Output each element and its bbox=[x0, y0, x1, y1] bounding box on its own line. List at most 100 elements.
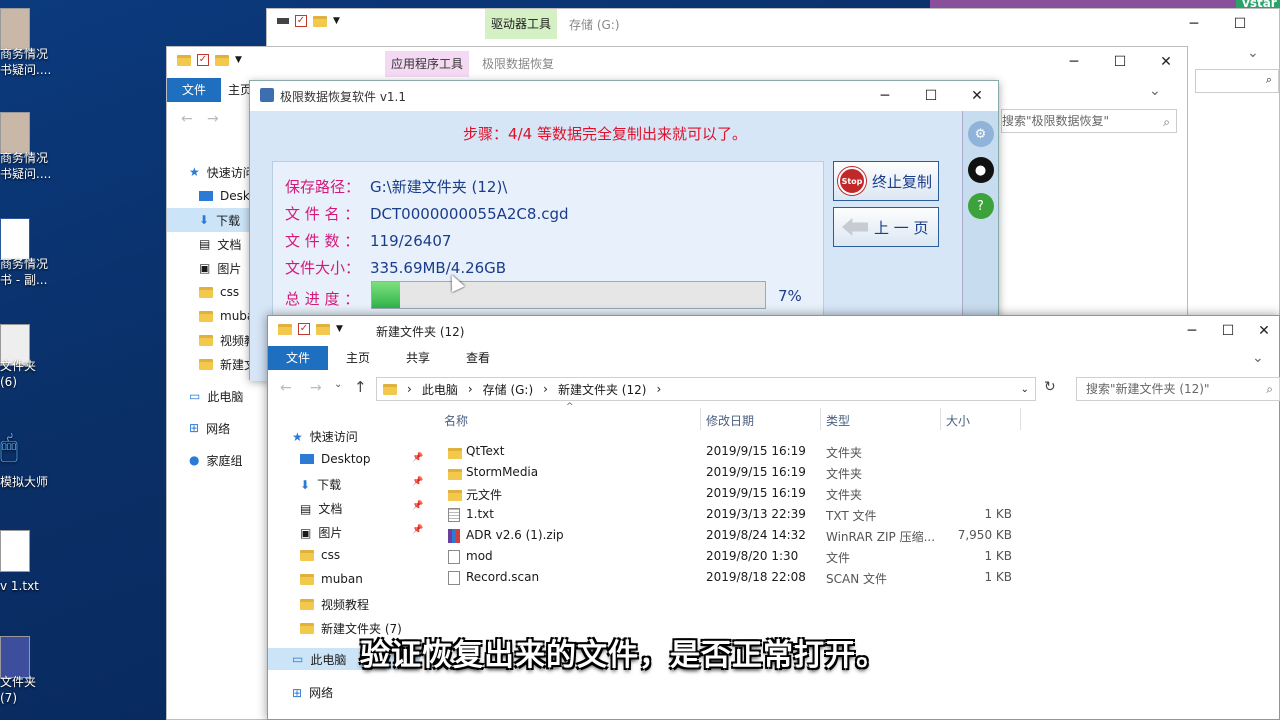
close-icon[interactable]: ✕ bbox=[954, 81, 1000, 111]
save-icon[interactable] bbox=[277, 18, 289, 24]
file-row[interactable]: StormMedia 2019/9/15 16:19 文件夹 bbox=[444, 463, 1024, 484]
tab-file[interactable]: 文件 bbox=[268, 346, 329, 370]
tab-home[interactable]: 主页 bbox=[328, 346, 388, 370]
nav-documents[interactable]: ▤ 文档 bbox=[300, 500, 342, 517]
pin-icon[interactable]: 📌 bbox=[412, 477, 423, 487]
field-row: 文 件 数 ： 119/26407 bbox=[285, 230, 451, 251]
chevron-down-icon[interactable]: ▼ bbox=[333, 16, 340, 26]
search-box[interactable]: 搜索"新建文件夹 (12)" ⌕ bbox=[1076, 377, 1280, 401]
breadcrumb-item[interactable]: 此电脑 bbox=[422, 381, 458, 398]
desktop-icon-label: 文件夹 (6) bbox=[0, 359, 37, 389]
recent-dropdown-icon[interactable]: ⌄ bbox=[334, 379, 342, 390]
desktop-icon bbox=[300, 454, 314, 464]
search-icon: ⌕ bbox=[1266, 382, 1273, 396]
minimize-icon[interactable]: ─ bbox=[1171, 9, 1217, 39]
pin-icon[interactable]: 📌 bbox=[412, 453, 423, 463]
forward-arrow-icon[interactable]: → bbox=[310, 380, 322, 396]
ribbon-expand-icon[interactable]: ⌄ bbox=[1252, 350, 1264, 366]
desktop-icon[interactable]: 商务情况 书疑问.... bbox=[0, 112, 51, 182]
search-box[interactable]: 搜索"极限数据恢复" ⌕ bbox=[1001, 109, 1177, 133]
desktop-icon[interactable]: v 1.txt bbox=[0, 530, 50, 594]
nav-folder[interactable]: muban bbox=[300, 572, 363, 586]
desktop-icon[interactable]: 文件夹 (7) bbox=[0, 636, 50, 706]
breadcrumb-item[interactable]: 新建文件夹 (12) bbox=[558, 381, 646, 398]
chevron-down-icon[interactable]: ▼ bbox=[235, 55, 242, 65]
properties-icon[interactable]: ✓ bbox=[298, 323, 310, 335]
file-row[interactable]: ADR v2.6 (1).zip 2019/8/24 14:32 WinRAR ZI… bbox=[444, 526, 1024, 547]
window-controls: ─ ☐ ✕ bbox=[1171, 9, 1280, 39]
address-dropdown-icon[interactable]: ⌄ bbox=[1021, 384, 1029, 395]
file-row[interactable]: mod 2019/8/20 1:30 文件 1 KB bbox=[444, 547, 1024, 568]
desktop-icon[interactable]: 文件夹 (6) bbox=[0, 324, 50, 390]
column-divider[interactable] bbox=[940, 408, 941, 430]
minimize-icon[interactable]: ─ bbox=[862, 81, 908, 111]
column-header-date[interactable]: 修改日期 bbox=[706, 412, 754, 429]
minimize-icon[interactable]: ─ bbox=[1174, 316, 1210, 346]
window-title: 极限数据恢复 bbox=[482, 57, 555, 71]
nav-label: 文档 bbox=[318, 502, 343, 516]
tab-share[interactable]: 共享 bbox=[388, 346, 448, 370]
desktop-icon[interactable]: 商务情况 书 - 副... bbox=[0, 218, 50, 288]
nav-pictures[interactable]: ▣ 图片 bbox=[300, 524, 342, 541]
forward-arrow-icon[interactable]: → bbox=[207, 111, 219, 127]
maximize-icon[interactable]: ☐ bbox=[908, 81, 954, 111]
nav-downloads[interactable]: ⬇ 下载 bbox=[300, 476, 341, 493]
column-header-size[interactable]: 大小 bbox=[946, 412, 970, 429]
tab-file[interactable]: 文件 bbox=[167, 78, 222, 102]
minimize-icon[interactable]: ─ bbox=[1051, 47, 1097, 77]
desktop-icon[interactable]: 🖱 模拟大师 bbox=[0, 428, 50, 490]
close-icon[interactable]: ✕ bbox=[1263, 9, 1280, 39]
column-header-name[interactable]: 名称 bbox=[444, 412, 468, 429]
nav-downloads[interactable]: ⬇ 下载 bbox=[167, 208, 257, 232]
file-row[interactable]: Record.scan 2019/8/18 22:08 SCAN 文件 1 KB bbox=[444, 568, 1024, 589]
file-row[interactable]: QtText 2019/9/15 16:19 文件夹 bbox=[444, 442, 1024, 463]
stop-copy-button[interactable]: Stop 终止复制 bbox=[833, 161, 939, 201]
previous-page-button[interactable]: 上 一 页 bbox=[833, 207, 939, 247]
address-bar[interactable]: › 此电脑 › 存储 (G:) › 新建文件夹 (12) › ⌄ bbox=[376, 377, 1036, 401]
file-row[interactable]: 元文件 2019/9/15 16:19 文件夹 bbox=[444, 484, 1024, 505]
chevron-down-icon[interactable]: ▼ bbox=[336, 324, 343, 334]
ribbon-expand-icon[interactable]: ⌄ bbox=[1247, 45, 1259, 61]
file-name: 1.txt bbox=[466, 507, 494, 521]
nav-desktop[interactable]: Desktop bbox=[300, 452, 371, 466]
column-divider[interactable] bbox=[700, 408, 701, 430]
maximize-icon[interactable]: ☐ bbox=[1210, 316, 1246, 346]
maximize-icon[interactable]: ☐ bbox=[1217, 9, 1263, 39]
column-divider[interactable] bbox=[820, 408, 821, 430]
maximize-icon[interactable]: ☐ bbox=[1097, 47, 1143, 77]
properties-icon[interactable]: ✓ bbox=[197, 54, 209, 66]
close-icon[interactable]: ✕ bbox=[1246, 316, 1280, 346]
refresh-icon[interactable]: ↻ bbox=[1044, 379, 1056, 395]
pin-icon[interactable]: 📌 bbox=[412, 525, 423, 535]
contextual-tab[interactable]: 应用程序工具 bbox=[385, 51, 469, 77]
pin-icon[interactable]: 📌 bbox=[412, 501, 423, 511]
ribbon-expand-icon[interactable]: ⌄ bbox=[1149, 83, 1161, 99]
nav-folder[interactable]: css bbox=[300, 548, 340, 562]
settings-icon[interactable]: ⚙ bbox=[967, 121, 994, 147]
qq-icon[interactable]: ● bbox=[967, 157, 994, 183]
desktop-icon[interactable]: 商务情况 书疑问.... bbox=[0, 8, 51, 78]
tab-view[interactable]: 查看 bbox=[448, 346, 508, 370]
nav-folder[interactable]: 视频教程 bbox=[300, 596, 369, 613]
back-arrow-icon[interactable]: ← bbox=[280, 380, 292, 396]
up-arrow-icon[interactable]: ↑ bbox=[354, 378, 367, 396]
breadcrumb-item[interactable]: 存储 (G:) bbox=[483, 381, 534, 398]
new-folder-icon[interactable] bbox=[313, 15, 327, 27]
search-box-back[interactable]: ⌕ bbox=[1195, 69, 1279, 93]
back-arrow-icon[interactable]: ← bbox=[181, 111, 193, 127]
field-value: DCT0000000055A2C8.cgd bbox=[370, 205, 569, 223]
contextual-tab[interactable]: 驱动器工具 bbox=[485, 9, 557, 39]
help-icon[interactable]: ? bbox=[967, 193, 994, 219]
nav-label: 此电脑 bbox=[310, 652, 347, 667]
new-folder-icon[interactable] bbox=[316, 323, 330, 335]
close-icon[interactable]: ✕ bbox=[1143, 47, 1189, 77]
column-divider[interactable] bbox=[1020, 408, 1021, 430]
nav-label: 快速访问 bbox=[206, 165, 255, 180]
nav-network[interactable]: ⊞ 网络 bbox=[292, 684, 333, 701]
column-header-type[interactable]: 类型 bbox=[826, 412, 850, 429]
file-row[interactable]: 1.txt 2019/3/13 22:39 TXT 文件 1 KB bbox=[444, 505, 1024, 526]
progress-label: 总 进 度 ： bbox=[285, 288, 370, 309]
properties-icon[interactable]: ✓ bbox=[295, 15, 307, 27]
nav-quick-access[interactable]: ★ 快速访问 bbox=[292, 428, 358, 445]
new-folder-icon[interactable] bbox=[215, 54, 229, 66]
